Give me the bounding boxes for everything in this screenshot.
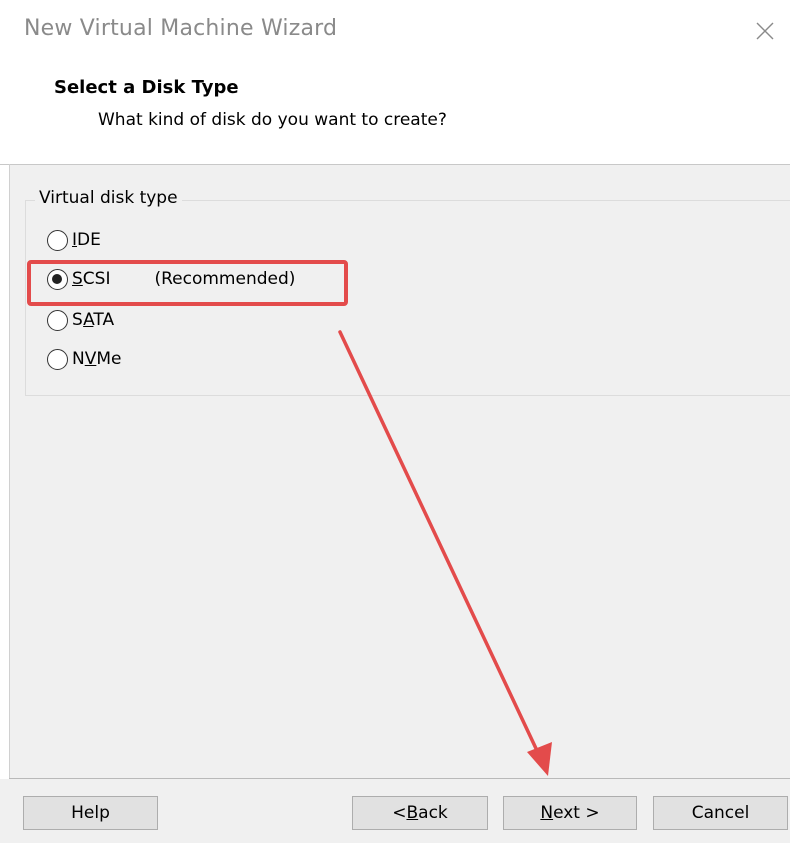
cancel-button[interactable]: Cancel [653, 796, 788, 830]
wizard-window: New Virtual Machine Wizard Select a Disk… [0, 0, 790, 843]
wizard-header: Select a Disk Type What kind of disk do … [0, 64, 790, 165]
page-subtitle: What kind of disk do you want to create? [98, 110, 447, 130]
radio-nvme-circle[interactable] [47, 348, 68, 370]
annotation-highlight-box [27, 260, 348, 306]
radio-ide-circle[interactable] [47, 229, 68, 251]
page-title: Select a Disk Type [54, 77, 239, 98]
back-button[interactable]: < Back [352, 796, 488, 830]
content-border [9, 164, 10, 778]
radio-sata-circle[interactable] [47, 309, 68, 331]
radio-ide-label: IDE [72, 230, 101, 250]
window-title: New Virtual Machine Wizard [24, 16, 338, 41]
next-button[interactable]: Next > [503, 796, 637, 830]
title-bar: New Virtual Machine Wizard [0, 0, 790, 64]
radio-ide[interactable]: IDE [47, 226, 101, 254]
radio-nvme[interactable]: NVMe [47, 345, 122, 373]
radio-sata-label: SATA [72, 310, 115, 330]
groupbox-label: Virtual disk type [35, 188, 182, 208]
radio-nvme-label: NVMe [72, 349, 122, 369]
close-icon[interactable] [748, 14, 782, 48]
radio-sata[interactable]: SATA [47, 306, 114, 334]
help-button[interactable]: Help [23, 796, 158, 830]
